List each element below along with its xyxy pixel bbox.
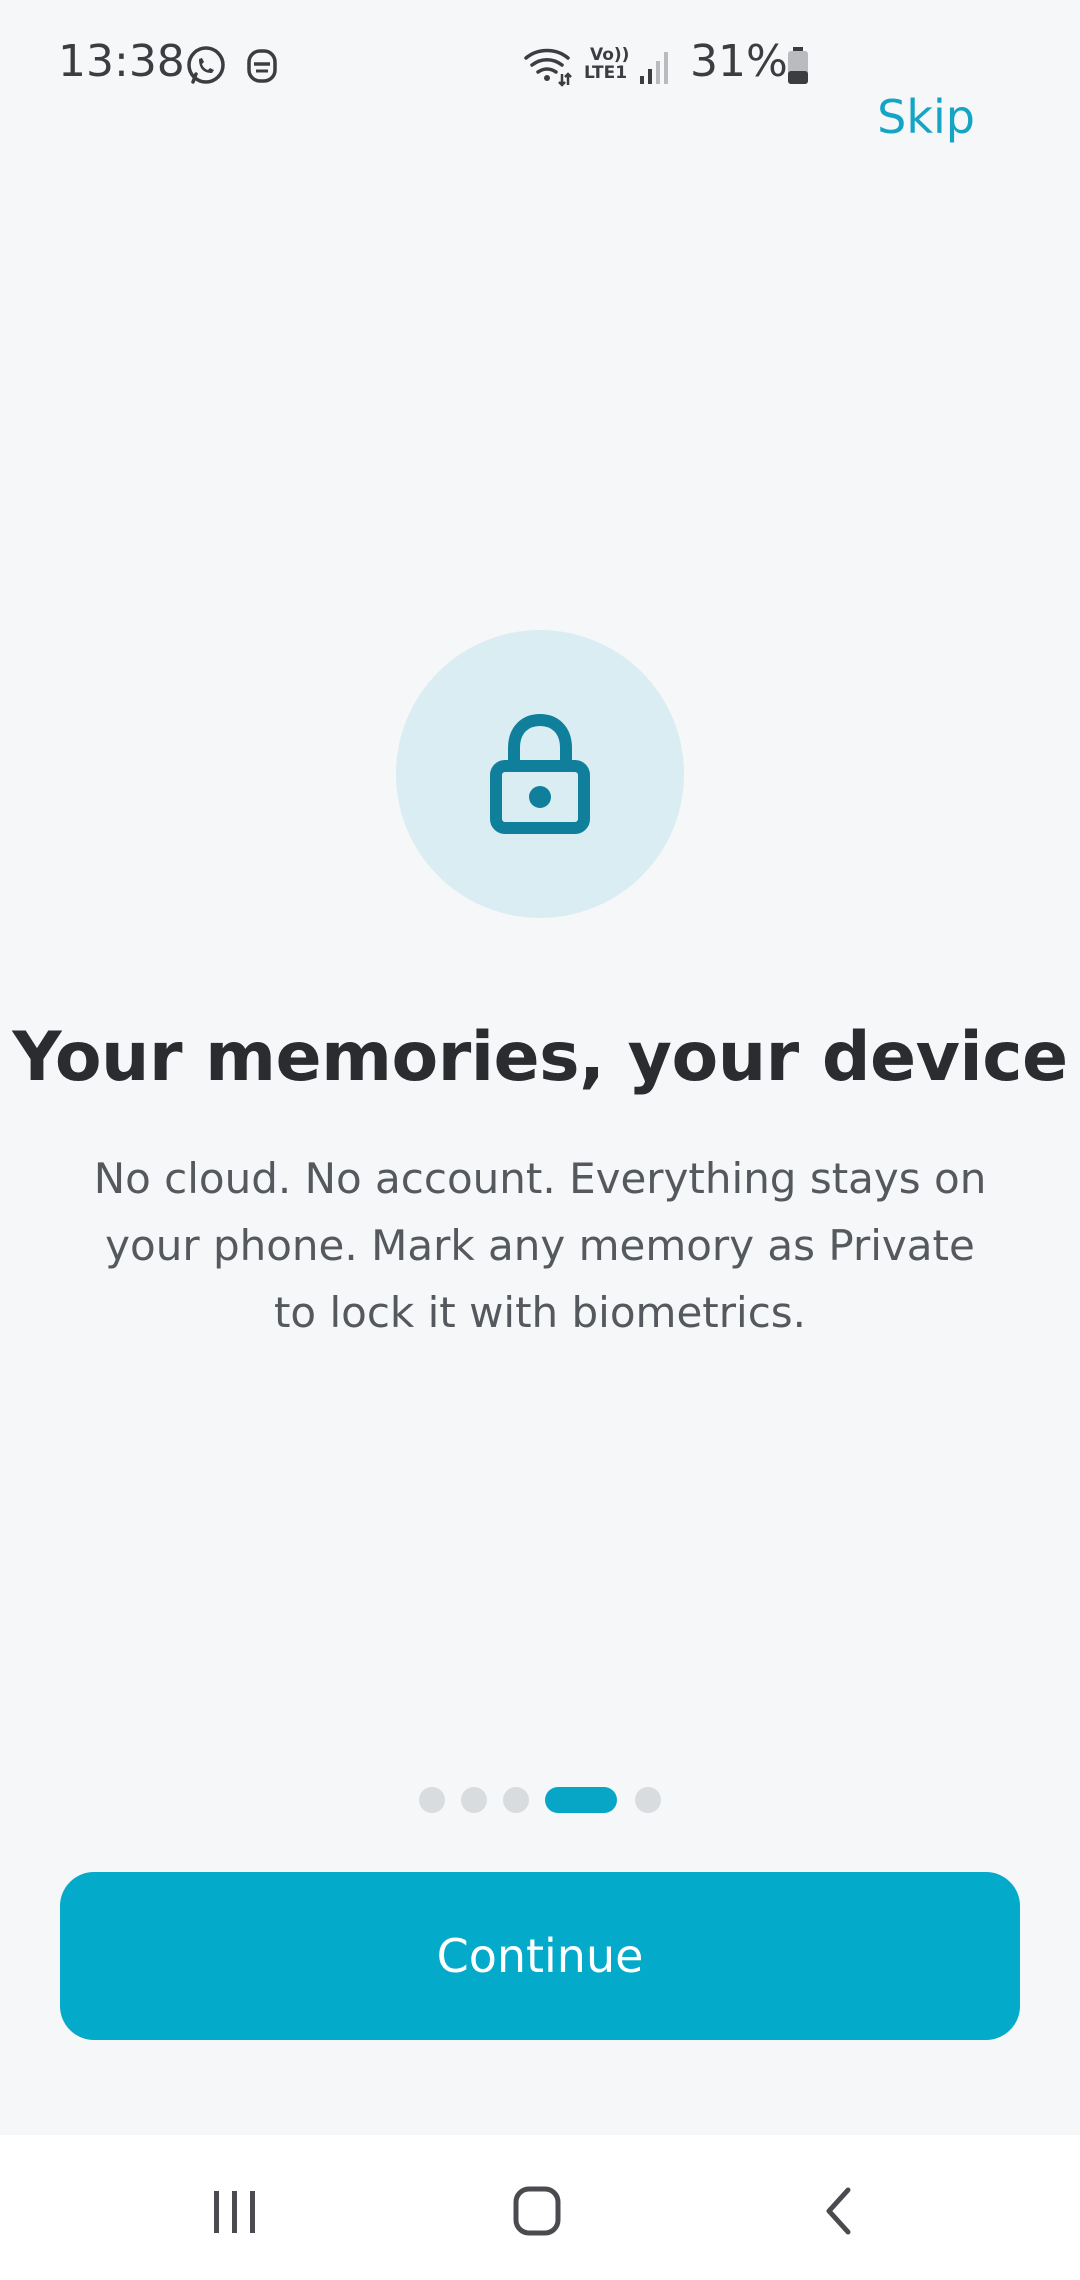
battery-icon — [784, 44, 812, 88]
page-dot-5 — [635, 1787, 661, 1813]
skip-button[interactable]: Skip — [877, 90, 975, 144]
battery-percent: 31% — [690, 36, 788, 87]
signal-icon — [638, 44, 674, 88]
page-dot-1 — [419, 1787, 445, 1813]
recents-icon[interactable] — [190, 2165, 280, 2255]
onboarding-description: No cloud. No account. Everything stays o… — [93, 1154, 987, 1337]
home-icon[interactable] — [492, 2165, 582, 2255]
volte-label-top: Vo)) — [590, 45, 630, 65]
page-indicator — [0, 1787, 1080, 1813]
onboarding-screen: 13:38 Vo)) LTE1 31% Skip Your memories, … — [0, 0, 1080, 2135]
wifi-icon — [522, 44, 574, 88]
volte-label-bottom: LTE1 — [584, 63, 628, 83]
whatsapp-icon — [184, 44, 228, 88]
app-notification-icon — [240, 44, 284, 88]
status-time: 13:38 — [58, 36, 185, 87]
back-icon[interactable] — [796, 2165, 886, 2255]
onboarding-title: Your memories, your device — [12, 1018, 1068, 1097]
lock-icon-circle — [396, 630, 684, 918]
page-dot-2 — [461, 1787, 487, 1813]
page-dot-4-active — [545, 1787, 617, 1813]
page-dot-3 — [503, 1787, 529, 1813]
lock-icon — [490, 713, 590, 834]
volte-lte-icon: Vo)) LTE1 — [584, 46, 634, 90]
system-navigation-bar — [0, 2135, 1080, 2280]
continue-button[interactable]: Continue — [60, 1872, 1020, 2040]
